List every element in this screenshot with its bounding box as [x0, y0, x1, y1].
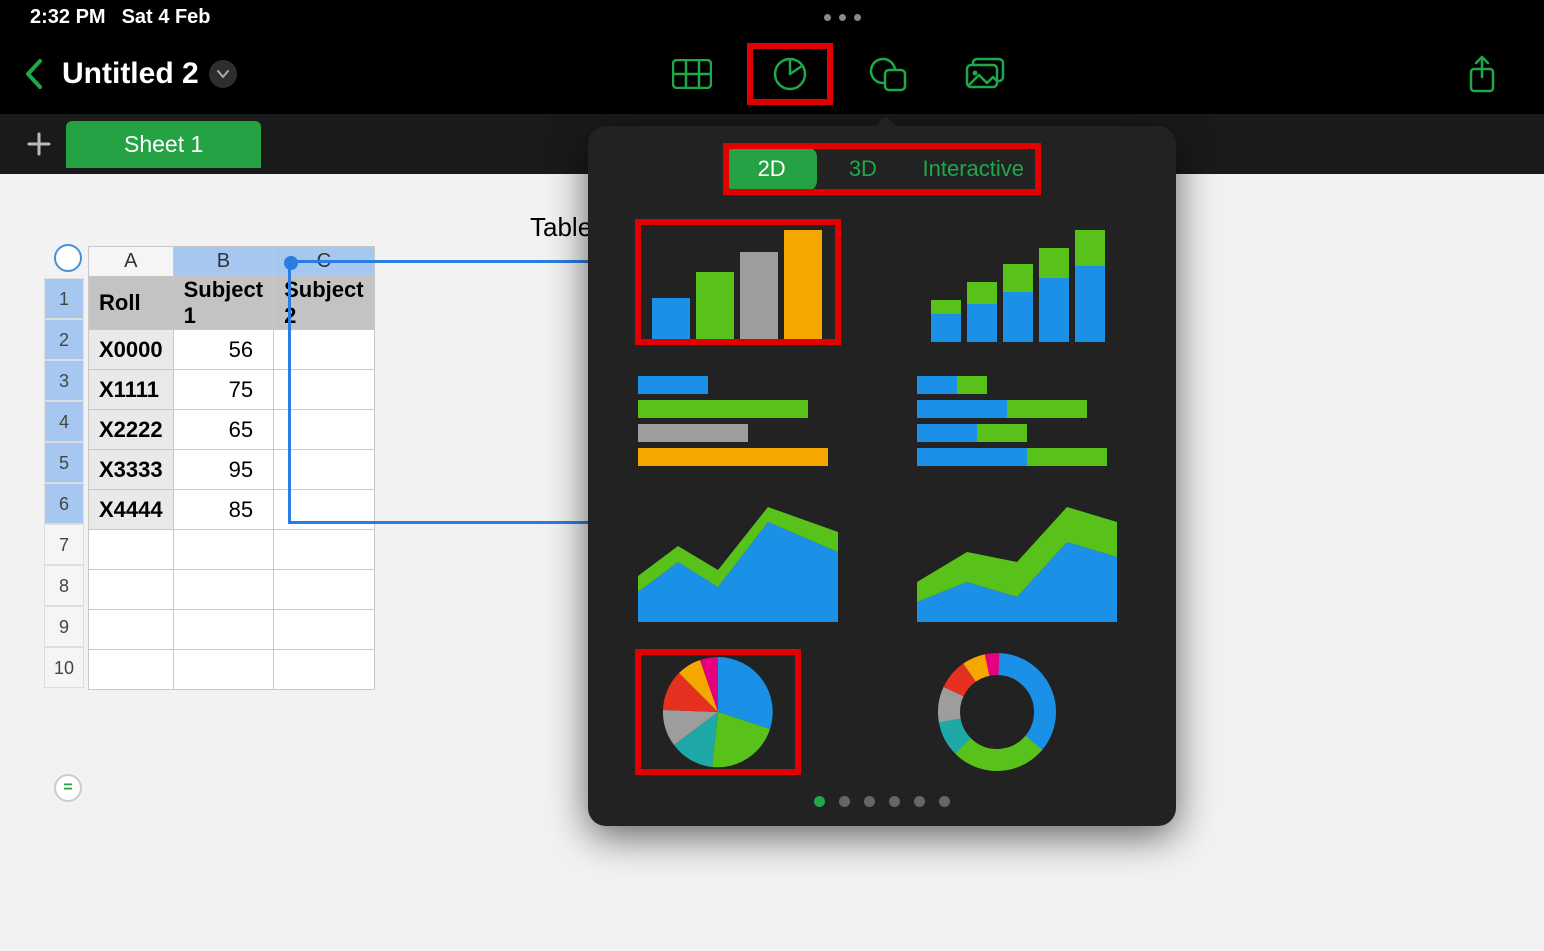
table-row: [89, 530, 375, 570]
cell[interactable]: [274, 410, 374, 450]
segment-3d[interactable]: 3D: [817, 147, 908, 191]
column-header[interactable]: C: [274, 247, 374, 277]
row-number[interactable]: 10: [44, 647, 84, 688]
row-number[interactable]: 2: [44, 319, 84, 360]
add-sheet-button[interactable]: [12, 121, 66, 167]
toolbar: Untitled 2: [0, 34, 1544, 114]
row-number[interactable]: 3: [44, 360, 84, 401]
chart-dimension-segmented-control: 2D 3D Interactive: [726, 146, 1038, 192]
segment-2d[interactable]: 2D: [726, 147, 817, 191]
popover-pager[interactable]: [608, 796, 1156, 807]
pager-dot[interactable]: [814, 796, 825, 807]
title-chevron-down-icon[interactable]: [209, 60, 237, 88]
cell[interactable]: X1111: [89, 370, 174, 410]
insert-shape-button[interactable]: [848, 46, 928, 102]
cell[interactable]: 95: [173, 450, 273, 490]
row-number[interactable]: 9: [44, 606, 84, 647]
cell[interactable]: 56: [173, 330, 273, 370]
table-row: [89, 570, 375, 610]
cell[interactable]: X3333: [89, 450, 174, 490]
cell[interactable]: X4444: [89, 490, 174, 530]
cell[interactable]: [274, 330, 374, 370]
status-bar: 2:32 PM Sat 4 Feb: [0, 0, 1544, 34]
table[interactable]: A B C Roll Subject 1 Subject 2 X0000 56 …: [88, 246, 375, 690]
cell[interactable]: X0000: [89, 330, 174, 370]
row-number[interactable]: 8: [44, 565, 84, 606]
chart-tile-area[interactable]: [638, 502, 838, 622]
cell[interactable]: Subject 2: [274, 277, 374, 330]
sheet-tab[interactable]: Sheet 1: [66, 121, 261, 168]
cell[interactable]: Subject 1: [173, 277, 273, 330]
document-title[interactable]: Untitled 2: [62, 57, 237, 91]
cell[interactable]: [274, 450, 374, 490]
chart-type-popover: 2D 3D Interactive: [588, 126, 1176, 826]
pager-dot[interactable]: [914, 796, 925, 807]
table-select-handle[interactable]: [54, 244, 82, 272]
row-number[interactable]: 6: [44, 483, 84, 524]
table-row: Roll Subject 1 Subject 2: [89, 277, 375, 330]
chart-tile-horizontal-bar[interactable]: [638, 372, 838, 472]
back-button[interactable]: [22, 57, 44, 91]
cell[interactable]: 75: [173, 370, 273, 410]
row-number[interactable]: 5: [44, 442, 84, 483]
chart-tile-bar[interactable]: [638, 222, 838, 342]
share-button[interactable]: [1442, 46, 1522, 102]
pager-dot[interactable]: [839, 796, 850, 807]
cell[interactable]: [274, 490, 374, 530]
table-row: [89, 610, 375, 650]
chart-tile-donut[interactable]: [917, 652, 1077, 772]
status-date: Sat 4 Feb: [122, 6, 211, 29]
status-time: 2:32 PM: [30, 6, 106, 29]
cell[interactable]: [274, 370, 374, 410]
table-title: Table: [530, 212, 592, 243]
chart-tile-horizontal-stacked-bar[interactable]: [917, 372, 1117, 472]
chart-tile-stacked-bar[interactable]: [917, 222, 1117, 342]
chart-tile-stacked-area[interactable]: [917, 502, 1117, 622]
cell[interactable]: Roll: [89, 277, 174, 330]
column-header[interactable]: B: [173, 247, 273, 277]
table-row: X2222 65: [89, 410, 375, 450]
pager-dot[interactable]: [864, 796, 875, 807]
table-row: X0000 56: [89, 330, 375, 370]
insert-table-button[interactable]: [652, 46, 732, 102]
insert-chart-button[interactable]: [750, 46, 830, 102]
multitask-dots-icon[interactable]: [824, 14, 861, 21]
table-row: X1111 75: [89, 370, 375, 410]
segment-interactive[interactable]: Interactive: [909, 147, 1039, 191]
formula-button[interactable]: =: [54, 774, 82, 802]
row-number[interactable]: 1: [44, 278, 84, 319]
column-header[interactable]: A: [89, 247, 174, 277]
row-number[interactable]: 4: [44, 401, 84, 442]
cell[interactable]: X2222: [89, 410, 174, 450]
table-row: [89, 650, 375, 690]
pager-dot[interactable]: [939, 796, 950, 807]
table-row: X3333 95: [89, 450, 375, 490]
cell[interactable]: 65: [173, 410, 273, 450]
chart-tile-pie[interactable]: [638, 652, 798, 772]
pager-dot[interactable]: [889, 796, 900, 807]
row-number[interactable]: 7: [44, 524, 84, 565]
insert-media-button[interactable]: [946, 46, 1026, 102]
table-row: X4444 85: [89, 490, 375, 530]
cell[interactable]: 85: [173, 490, 273, 530]
